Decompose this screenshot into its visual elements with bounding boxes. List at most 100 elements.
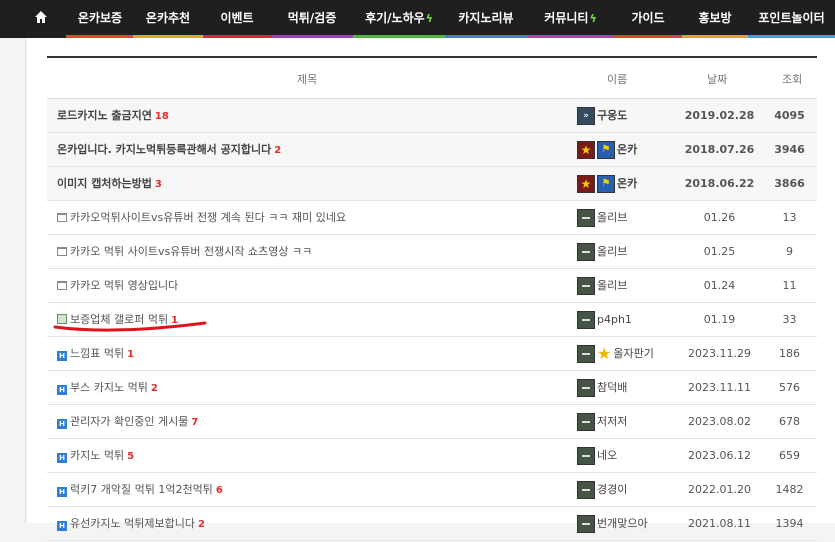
red-underline-annotation xyxy=(53,321,207,332)
nav-item-3[interactable]: 먹튀/검증 xyxy=(271,0,353,38)
notice-row: 이미지 캡처하는방법 3 ★ ⚑ 온카 2018.06.22 3866 xyxy=(47,167,817,201)
hot-post-icon: H xyxy=(57,419,67,429)
nav-item-9[interactable]: 포인트놀이터 xyxy=(748,0,835,38)
author-name: 온카 xyxy=(617,143,638,156)
header-title: 제목 xyxy=(297,73,318,86)
view-count: 186 xyxy=(779,347,800,360)
post-title-link[interactable]: H 느낌표 먹튀 1 xyxy=(57,337,134,371)
level-badge-icon xyxy=(577,209,595,227)
author-cell[interactable]: 네오 xyxy=(577,439,617,473)
level-badge-icon xyxy=(577,345,595,363)
author-cell[interactable]: 번개맞으아 xyxy=(577,507,648,541)
view-count: 13 xyxy=(782,211,797,224)
view-count: 1394 xyxy=(775,517,804,530)
post-date: 2023.08.02 xyxy=(688,415,751,428)
level-badge-icon xyxy=(577,243,595,261)
table-row: 카카오 먹튀 사이트vs유튜버 전쟁시작 쇼츠영상 ㅋㅋ 올리브 01.25 9 xyxy=(47,235,817,269)
post-date: 01.24 xyxy=(703,279,736,292)
video-post-icon xyxy=(57,281,67,290)
post-title-link[interactable]: 온카입니다. 카지노먹튀등록관해서 공지합니다 2 xyxy=(57,133,281,167)
post-title-link[interactable]: 카카오 먹튀 영상입니다 xyxy=(57,269,181,303)
home-button[interactable] xyxy=(22,0,60,38)
nav-item-2[interactable]: 이벤트 xyxy=(203,0,271,38)
comment-count: 2 xyxy=(197,519,205,530)
video-post-icon xyxy=(57,247,67,256)
author-cell[interactable]: 올리브 xyxy=(577,269,627,303)
header-name: 이름 xyxy=(607,73,628,86)
table-row: H 카지노 먹튀 5 네오 2023.06.12 659 xyxy=(47,439,817,473)
author-cell[interactable]: p4ph1 xyxy=(577,303,632,337)
post-title-link[interactable]: 이미지 캡처하는방법 3 xyxy=(57,167,162,201)
post-title-text: 로드카지노 출금지연 xyxy=(57,109,152,122)
nav-item-label: 포인트놀이터 xyxy=(758,11,825,25)
author-cell[interactable]: » 구웅도 xyxy=(577,99,627,133)
author-name: 올리브 xyxy=(597,279,628,292)
nav-item-0[interactable]: 온카보증 xyxy=(66,0,134,38)
post-title-text: 온카입니다. 카지노먹튀등록관해서 공지합니다 xyxy=(57,143,272,156)
table-header: 제목 이름 날짜 조회 xyxy=(47,58,817,99)
author-name: 구웅도 xyxy=(597,109,628,122)
nav-item-5[interactable]: 카지노리뷰 xyxy=(445,0,527,38)
post-date: 2019.02.28 xyxy=(684,109,755,122)
post-date: 2022.01.20 xyxy=(688,483,751,496)
post-title-link[interactable]: 카카오먹튀사이트vs유튜버 전쟁 계속 된다 ㅋㅋ 재미 있네요 xyxy=(57,201,349,235)
admin-badge-icon: ⚑ xyxy=(597,175,615,193)
post-title-link[interactable]: H 관리자가 확인중인 게시물 7 xyxy=(57,405,198,439)
level-badge-icon xyxy=(577,481,595,499)
table-row: H 느낌표 먹튀 1 ★ 올자판기 2023.11.29 186 xyxy=(47,337,817,371)
author-cell[interactable]: 저저저 xyxy=(577,405,627,439)
author-name: 경경이 xyxy=(597,483,628,496)
nav-item-8[interactable]: 홍보방 xyxy=(682,0,748,38)
view-count: 3866 xyxy=(774,177,805,190)
comment-count: 7 xyxy=(191,417,199,428)
view-count: 4095 xyxy=(774,109,805,122)
author-name: 네오 xyxy=(597,449,618,462)
comment-count: 6 xyxy=(215,485,223,496)
view-count: 576 xyxy=(779,381,800,394)
author-cell[interactable]: ★ ⚑ 온카 xyxy=(577,133,637,167)
star-badge-icon: ★ xyxy=(577,141,595,159)
comment-count: 2 xyxy=(150,383,158,394)
hot-post-icon: H xyxy=(57,385,67,395)
post-title-link[interactable]: H 유선카지노 먹튀제보합니다 2 xyxy=(57,507,205,541)
post-title-text: 럭키7 개악질 먹튀 1억2천먹튀 xyxy=(70,483,213,496)
author-cell[interactable]: 참덕배 xyxy=(577,371,627,405)
post-title-link[interactable]: H 럭키7 개악질 먹튀 1억2천먹튀 6 xyxy=(57,473,223,507)
author-cell[interactable]: 올리브 xyxy=(577,235,627,269)
author-cell[interactable]: ★ ⚑ 온카 xyxy=(577,167,637,201)
author-cell[interactable]: ★ 올자판기 xyxy=(577,337,654,371)
nav-item-4[interactable]: 후기/노하우ϟ xyxy=(353,0,445,38)
view-count: 33 xyxy=(782,313,797,326)
nav-item-label: 가이드 xyxy=(631,11,665,25)
table-row: 카카오먹튀사이트vs유튜버 전쟁 계속 된다 ㅋㅋ 재미 있네요 올리브 01.26… xyxy=(47,201,817,235)
post-title-link[interactable]: 로드카지노 출금지연 18 xyxy=(57,99,169,133)
post-date: 2023.11.29 xyxy=(688,347,751,360)
post-title-link[interactable]: H 카지노 먹튀 5 xyxy=(57,439,134,473)
level-badge-icon xyxy=(577,277,595,295)
hot-post-icon: H xyxy=(57,487,67,497)
level-badge-icon xyxy=(577,311,595,329)
author-cell[interactable]: 경경이 xyxy=(577,473,627,507)
nav-item-label: 홍보방 xyxy=(698,11,732,25)
nav-item-7[interactable]: 가이드 xyxy=(614,0,682,38)
nav-item-label: 후기/노하우 xyxy=(365,11,425,25)
comment-count: 2 xyxy=(274,145,282,156)
table-row: H 유선카지노 먹튀제보합니다 2 번개맞으아 2021.08.11 1394 xyxy=(47,507,817,541)
author-name: 온카 xyxy=(617,177,638,190)
nav-item-6[interactable]: 커뮤니티ϟ xyxy=(527,0,614,38)
author-cell[interactable]: 올리브 xyxy=(577,201,627,235)
post-date: 2018.06.22 xyxy=(684,177,755,190)
comment-count: 5 xyxy=(127,451,135,462)
hot-post-icon: H xyxy=(57,453,67,463)
video-post-icon xyxy=(57,213,67,222)
gold-star-icon: ★ xyxy=(597,344,612,363)
table-row: H 부스 카지노 먹튀 2 참덕배 2023.11.11 576 xyxy=(47,371,817,405)
view-count: 678 xyxy=(779,415,800,428)
post-title-link[interactable]: H 부스 카지노 먹튀 2 xyxy=(57,371,158,405)
header-date: 날짜 xyxy=(707,73,728,86)
comment-count: 18 xyxy=(154,111,169,122)
nav-item-1[interactable]: 온카추천 xyxy=(133,0,203,38)
post-title-link[interactable]: 카카오 먹튀 사이트vs유튜버 전쟁시작 쇼츠영상 ㅋㅋ xyxy=(57,235,315,269)
notice-row: 온카입니다. 카지노먹튀등록관해서 공지합니다 2 ★ ⚑ 온카 2018.07.26 39… xyxy=(47,133,817,167)
post-title-text: 카카오 먹튀 영상입니다 xyxy=(70,279,179,292)
